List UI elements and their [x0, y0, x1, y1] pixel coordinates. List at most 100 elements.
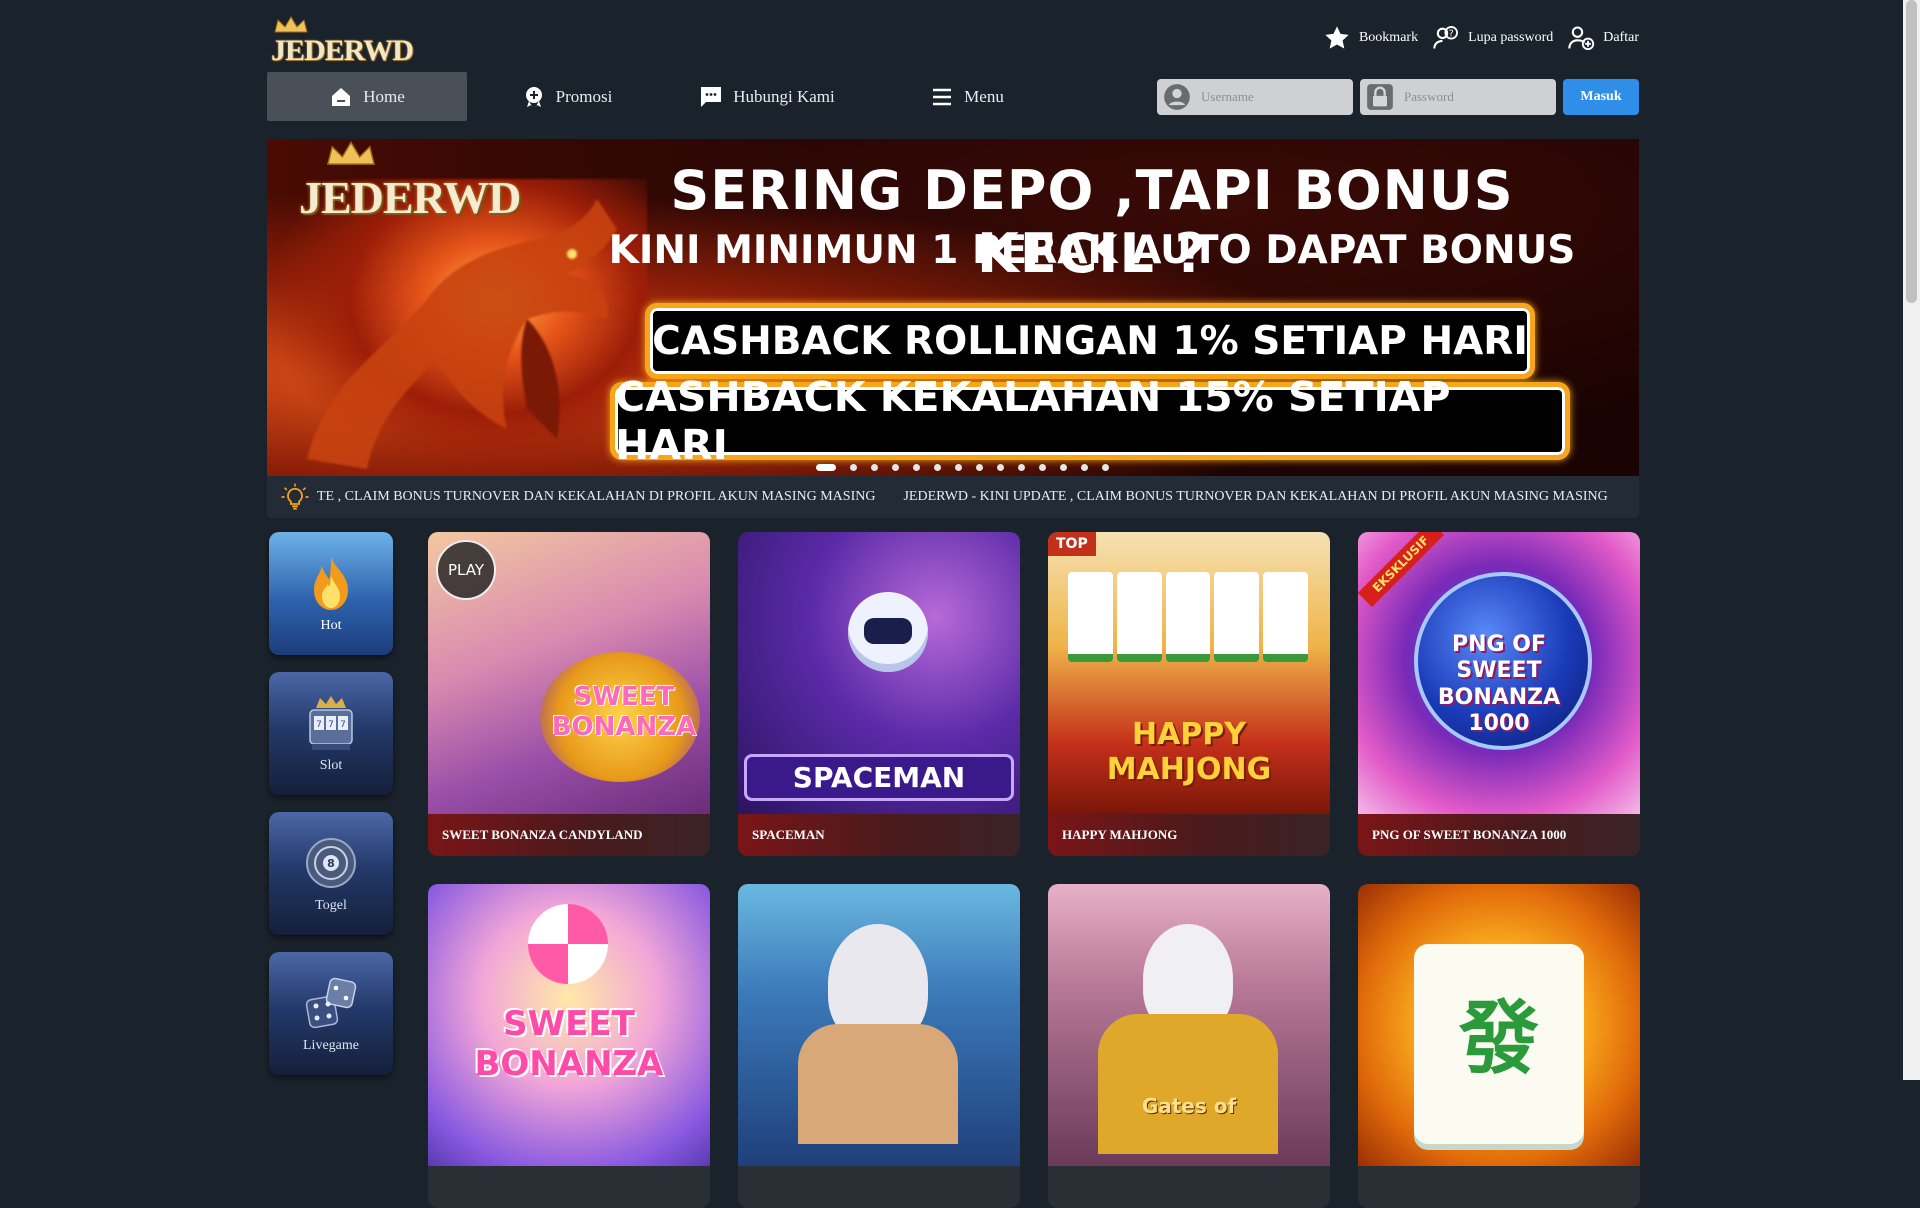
game-card[interactable]: SWEET BONANZA: [428, 884, 710, 1208]
promo-banner[interactable]: JEDERWD SERING DEPO ,TAPI BONUS KECIL ? …: [267, 139, 1639, 476]
game-card[interactable]: PLAY SWEET BONANZA SWEET BONANZA CANDYLA…: [428, 532, 710, 856]
star-icon: [1325, 26, 1349, 49]
banner-cashback-rolling: CASHBACK ROLLINGAN 1% SETIAP HARI: [645, 303, 1535, 379]
svg-text:7: 7: [316, 720, 322, 730]
crown-icon: [274, 16, 308, 33]
game-art-text: HAPPY MAHJONG: [1106, 717, 1272, 787]
game-title: SPACEMAN: [738, 814, 1020, 856]
slide-dot[interactable]: [997, 464, 1004, 471]
nav-hubungi-label: Hubungi Kami: [733, 86, 835, 106]
slide-dot[interactable]: [934, 464, 941, 471]
register-link[interactable]: Daftar: [1567, 24, 1639, 52]
game-card[interactable]: [738, 884, 1020, 1208]
marquee-text-partial: TE , CLAIM BONUS TURNOVER DAN KEKALAHAN …: [317, 489, 876, 504]
game-art-text: SWEET BONANZA: [474, 1004, 664, 1084]
slide-dot[interactable]: [1102, 464, 1109, 471]
game-art-text: PNG OF SWEET BONANZA 1000: [1437, 632, 1561, 737]
marquee-text-full: JEDERWD - KINI UPDATE , CLAIM BONUS TURN…: [903, 489, 1608, 504]
category-hot-label: Hot: [320, 617, 342, 633]
nav-menu-label: Menu: [964, 86, 1004, 106]
user-icon: [1164, 84, 1190, 110]
game-title: HAPPY MAHJONG: [1048, 814, 1330, 856]
bookmark-label: Bookmark: [1358, 30, 1419, 45]
game-thumbnail: Gates of: [1048, 884, 1330, 1166]
chat-icon: [701, 86, 722, 107]
forgot-password-link[interactable]: ? Lupa password: [1432, 24, 1553, 52]
game-thumbnail: EKSKLUSIF PNG OF SWEET BONANZA 1000: [1358, 532, 1640, 814]
game-badge: EKSKLUSIF: [1358, 532, 1444, 608]
game-thumbnail: 發: [1358, 884, 1640, 1166]
slide-dot[interactable]: [892, 464, 899, 471]
category-togel[interactable]: 8 Togel: [269, 812, 393, 935]
announcement-marquee: TE , CLAIM BONUS TURNOVER DAN KEKALAHAN …: [267, 476, 1639, 518]
slide-dot[interactable]: [1039, 464, 1046, 471]
game-thumbnail: SWEET BONANZA: [428, 884, 710, 1166]
game-card[interactable]: TOP HAPPY MAHJONG HAPPY MAHJONG: [1048, 532, 1330, 856]
svg-text:?: ?: [1449, 28, 1454, 39]
game-thumbnail: [738, 884, 1020, 1166]
site-logo[interactable]: JEDERWD: [271, 16, 414, 67]
nav-hubungi-kami[interactable]: Hubungi Kami: [667, 72, 867, 121]
game-badge: TOP: [1048, 532, 1096, 556]
lottery-ball-icon: 8: [306, 837, 356, 888]
category-livegame[interactable]: Livegame: [269, 952, 393, 1075]
game-badge: PLAY: [436, 540, 496, 600]
nav-menu[interactable]: Menu: [867, 72, 1067, 121]
page-scrollbar[interactable]: [1903, 0, 1920, 1080]
lock-icon: [1367, 84, 1393, 110]
svg-text:8: 8: [327, 857, 335, 870]
game-thumbnail: SPACEMAN: [738, 532, 1020, 814]
username-input[interactable]: [1199, 88, 1343, 106]
slide-dot[interactable]: [1018, 464, 1025, 471]
category-livegame-label: Livegame: [303, 1037, 359, 1053]
nav-promosi-label: Promosi: [555, 86, 613, 106]
register-label: Daftar: [1603, 30, 1639, 45]
lightbulb-icon: [281, 483, 309, 510]
password-input[interactable]: [1402, 88, 1546, 106]
slide-dot[interactable]: [871, 464, 878, 471]
game-card[interactable]: Gates of: [1048, 884, 1330, 1208]
slide-dot[interactable]: [976, 464, 983, 471]
user-question-icon: ?: [1433, 25, 1459, 49]
banner-cashback-loss: CASHBACK KEKALAHAN 15% SETIAP HARI: [610, 373, 1570, 469]
slot-machine-icon: 7 7 7: [309, 695, 353, 750]
login-form: Masuk: [1157, 79, 1639, 115]
fire-icon: [314, 555, 348, 610]
game-card[interactable]: 發: [1358, 884, 1640, 1208]
password-field: [1360, 79, 1556, 115]
category-hot[interactable]: Hot: [269, 532, 393, 655]
slide-dot[interactable]: [816, 464, 836, 471]
main-nav: Home Promosi Hubungi Kami Menu: [267, 72, 1067, 121]
category-sidebar: Hot 7 7 7 Slot 8 Togel Livegame: [269, 532, 393, 1075]
marquee-text: TE , CLAIM BONUS TURNOVER DAN KEKALAHAN …: [317, 489, 1608, 505]
game-art-text: SWEET BONANZA: [551, 682, 697, 742]
user-add-icon: [1568, 26, 1595, 51]
home-icon: [332, 87, 351, 106]
category-slot[interactable]: 7 7 7 Slot: [269, 672, 393, 795]
game-art-text: Gates of: [1141, 1094, 1237, 1118]
banner-subheadline: KINI MINIMUN 1 PERAK AUTO DAPAT BONUS: [608, 228, 1576, 273]
logo-text: JEDERWD: [271, 34, 414, 67]
nav-promosi[interactable]: Promosi: [467, 72, 667, 121]
game-card[interactable]: SPACEMAN SPACEMAN: [738, 532, 1020, 856]
nav-home-label: Home: [363, 86, 405, 106]
scrollbar-thumb[interactable]: [1906, 0, 1917, 303]
svg-text:7: 7: [328, 720, 334, 730]
game-title: PNG OF SWEET BONANZA 1000: [1358, 814, 1640, 856]
login-button[interactable]: Masuk: [1563, 79, 1639, 115]
svg-text:7: 7: [340, 720, 346, 730]
game-card[interactable]: EKSKLUSIF PNG OF SWEET BONANZA 1000 PNG …: [1358, 532, 1640, 856]
username-field: [1157, 79, 1353, 115]
slide-dot[interactable]: [850, 464, 857, 471]
slide-dot[interactable]: [1060, 464, 1067, 471]
slide-dot[interactable]: [913, 464, 920, 471]
forgot-password-label: Lupa password: [1468, 30, 1554, 45]
nav-home[interactable]: Home: [267, 72, 467, 121]
slide-indicators: [816, 464, 1109, 471]
slide-dot[interactable]: [955, 464, 962, 471]
category-togel-label: Togel: [315, 897, 347, 913]
promo-badge-icon: [525, 86, 542, 108]
bookmark-link[interactable]: Bookmark: [1323, 24, 1418, 52]
game-thumbnail: PLAY SWEET BONANZA: [428, 532, 710, 814]
slide-dot[interactable]: [1081, 464, 1088, 471]
